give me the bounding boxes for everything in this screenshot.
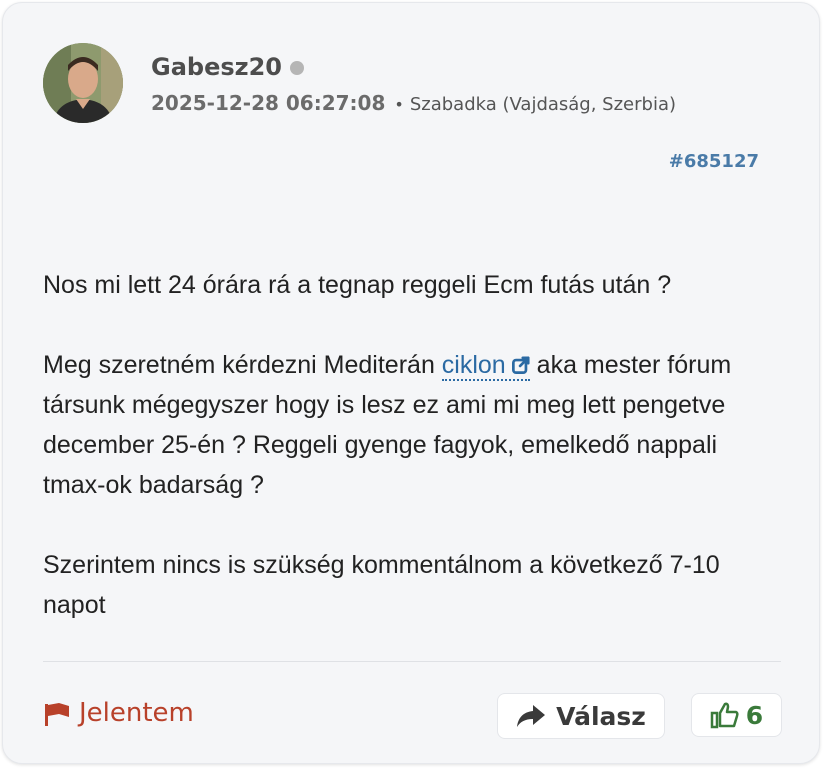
- username[interactable]: Gabesz20: [151, 53, 282, 81]
- avatar[interactable]: [43, 43, 123, 123]
- online-status-dot: [290, 61, 305, 75]
- post-meta: 2025-12-28 06:27:08 • Szabadka (Vajdaság…: [151, 91, 676, 115]
- link-label: ciklon: [441, 351, 506, 379]
- report-label: Jelentem: [79, 698, 194, 728]
- username-row: Gabesz20: [151, 53, 305, 81]
- post-content: Nos mi lett 24 órára rá a tegnap reggeli…: [43, 265, 783, 625]
- post-card: Gabesz20 2025-12-28 06:27:08 • Szabadka …: [2, 2, 820, 764]
- meta-separator: •: [394, 95, 404, 114]
- post-paragraph: Szerintem nincs is szükség kommentálnom …: [43, 551, 720, 619]
- reply-button[interactable]: Válasz: [497, 693, 665, 739]
- external-link-icon: [511, 356, 530, 374]
- report-button[interactable]: Jelentem: [43, 698, 194, 728]
- avatar-image: [43, 43, 123, 123]
- post-text: Meg szeretném kérdezni Mediterán: [43, 351, 442, 379]
- divider: [43, 661, 781, 662]
- post-paragraph: Meg szeretném kérdezni Mediterán ciklon …: [43, 345, 783, 505]
- share-arrow-icon: [517, 705, 546, 727]
- like-button[interactable]: 6: [691, 693, 782, 737]
- thumbs-up-icon: [710, 702, 739, 729]
- post-paragraph: Nos mi lett 24 órára rá a tegnap reggeli…: [43, 271, 672, 299]
- like-count: 6: [745, 700, 764, 730]
- reply-label: Válasz: [556, 701, 646, 731]
- post-id-link[interactable]: #685127: [669, 151, 759, 172]
- post-timestamp: 2025-12-28 06:27:08: [151, 91, 386, 115]
- flag-icon: [45, 703, 69, 726]
- ciklon-user-link[interactable]: ciklon: [441, 351, 530, 381]
- post-location: Szabadka (Vajdaság, Szerbia): [409, 94, 677, 115]
